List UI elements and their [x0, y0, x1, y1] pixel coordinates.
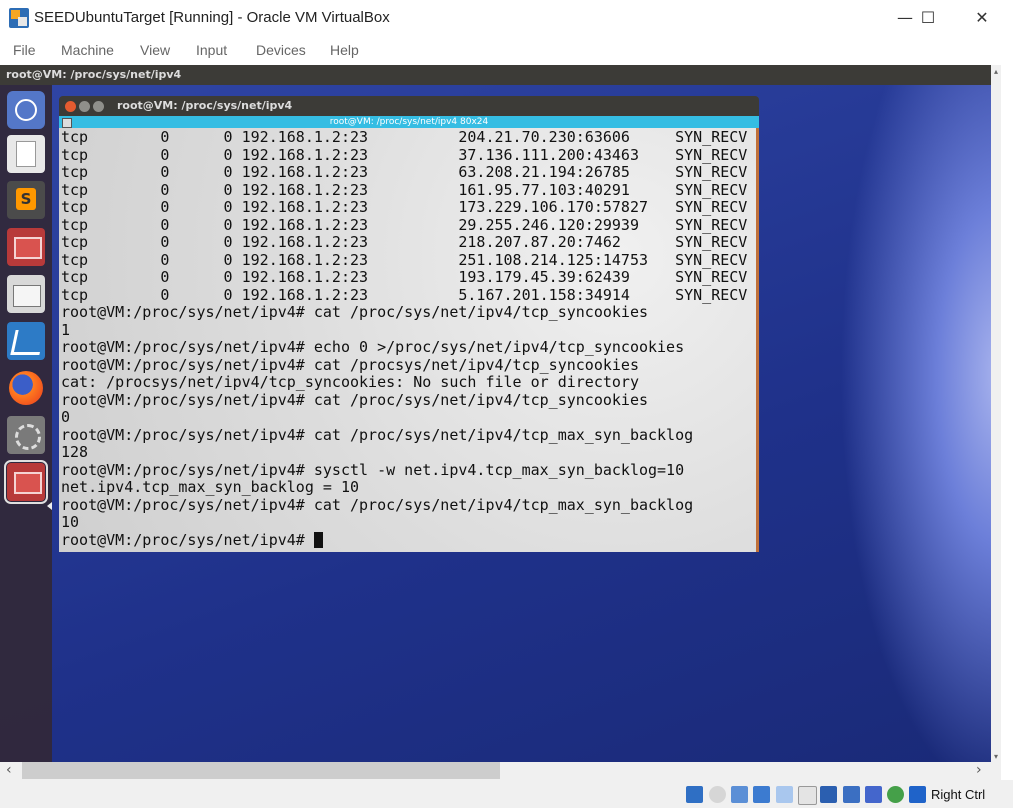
terminal-line: root@VM:/proc/sys/net/ipv4# cat /proc/sy…	[61, 425, 694, 444]
menu-bar: File Machine View Input Devices Help	[0, 36, 1013, 64]
terminal-line: root@VM:/proc/sys/net/ipv4# cat /proc/sy…	[61, 390, 648, 409]
wireshark-icon[interactable]	[7, 322, 45, 360]
terminal-menu-icon[interactable]	[62, 118, 72, 128]
scroll-right-icon[interactable]: ›	[976, 762, 982, 778]
terminal-line: root@VM:/proc/sys/net/ipv4# cat /proc/sy…	[61, 495, 694, 514]
vm-display[interactable]: root@VM: /proc/sys/net/ipv4 root@VM: /pr…	[0, 65, 1001, 762]
terminal-line: tcp 0 0 192.168.1.2:23 29.255.246.120:29…	[61, 215, 748, 234]
optical-drive-icon[interactable]	[709, 786, 726, 803]
scroll-up-icon[interactable]: ▴	[991, 67, 1001, 76]
close-button[interactable]: ✕	[959, 0, 1005, 36]
terminal-maximize-button[interactable]	[93, 101, 104, 112]
terminal-line: net.ipv4.tcp_max_syn_backlog = 10	[61, 478, 360, 496]
terminal-line: tcp 0 0 192.168.1.2:23 218.207.87.20:746…	[61, 233, 748, 251]
network-icon[interactable]	[753, 786, 770, 803]
terminal-line: 10	[61, 513, 80, 531]
keyboard-capture-icon[interactable]	[909, 786, 926, 803]
window-title: SEEDUbuntuTarget [Running] - Oracle VM V…	[34, 9, 390, 26]
active-terminal-icon[interactable]	[4, 460, 48, 504]
status-bar: Right Ctrl	[0, 780, 1013, 808]
audio-icon[interactable]	[731, 786, 748, 803]
terminal-line: tcp 0 0 192.168.1.2:23 204.21.70.230:636…	[61, 128, 748, 146]
terminal-line: 1	[61, 320, 71, 339]
terminal-line: tcp 0 0 192.168.1.2:23 193.179.45.39:624…	[61, 268, 748, 286]
terminal-line: 0	[61, 408, 71, 426]
terminal-icon[interactable]	[7, 228, 45, 266]
harddisk-icon[interactable]	[686, 786, 703, 803]
host-key-label: Right Ctrl	[931, 787, 986, 802]
terminal-close-button[interactable]	[65, 101, 76, 112]
text-editor-icon[interactable]	[7, 135, 45, 173]
menu-view[interactable]: View	[140, 42, 170, 58]
terminal-line: root@VM:/proc/sys/net/ipv4# echo 0 >/pro…	[61, 338, 685, 356]
terminal-scrollbar[interactable]	[756, 128, 759, 552]
terminal-line: tcp 0 0 192.168.1.2:23 161.95.77.103:402…	[61, 180, 748, 199]
menu-help[interactable]: Help	[330, 42, 359, 58]
terminal-prompt: root@VM:/proc/sys/net/ipv4#	[61, 530, 314, 549]
video-capture-icon[interactable]	[843, 786, 860, 803]
terminal-line: tcp 0 0 192.168.1.2:23 37.136.111.200:43…	[61, 145, 748, 164]
horizontal-scrollbar[interactable]: ‹ ›	[0, 762, 1001, 780]
terminal-line: tcp 0 0 192.168.1.2:23 251.108.214.125:1…	[61, 250, 748, 269]
cpu-icon[interactable]	[865, 786, 882, 803]
menu-devices[interactable]: Devices	[256, 42, 306, 58]
terminal-line: root@VM:/proc/sys/net/ipv4# sysctl -w ne…	[61, 460, 685, 479]
terminal-titlebar[interactable]: root@VM: /proc/sys/net/ipv4	[59, 96, 759, 116]
terminal-cursor	[313, 531, 323, 548]
terminal-line: root@VM:/proc/sys/net/ipv4# cat /proc/sy…	[61, 303, 648, 321]
shared-folders-icon[interactable]	[798, 786, 817, 805]
vertical-scrollbar[interactable]: ▴ ▾	[991, 65, 1001, 762]
ubuntu-dash-icon[interactable]	[7, 91, 45, 129]
virtualbox-icon	[9, 8, 29, 28]
window-titlebar: SEEDUbuntuTarget [Running] - Oracle VM V…	[0, 0, 1013, 36]
sublime-text-icon[interactable]	[7, 181, 45, 219]
unity-launcher	[0, 85, 52, 762]
terminal-title: root@VM: /proc/sys/net/ipv4	[117, 99, 293, 112]
terminal-line: tcp 0 0 192.168.1.2:23 173.229.106.170:5…	[61, 198, 748, 216]
terminal-line: cat: /procsys/net/ipv4/tcp_syncookies: N…	[61, 373, 639, 391]
terminal-line: root@VM:/proc/sys/net/ipv4# cat /procsys…	[61, 355, 639, 374]
terminal-line: 128	[61, 443, 89, 461]
maximize-button[interactable]: ☐	[905, 0, 951, 36]
scroll-left-icon[interactable]: ‹	[6, 762, 12, 778]
scroll-down-icon[interactable]: ▾	[991, 752, 1001, 761]
files-icon[interactable]	[7, 275, 45, 313]
guest-window-title: root@VM: /proc/sys/net/ipv4	[6, 68, 182, 81]
display-icon[interactable]	[820, 786, 837, 803]
guest-top-panel: root@VM: /proc/sys/net/ipv4	[0, 65, 1001, 85]
terminal-minimize-button[interactable]	[79, 101, 90, 112]
active-indicator-icon	[47, 502, 52, 510]
firefox-icon[interactable]	[7, 369, 45, 407]
terminal-size-title: root@VM: /proc/sys/net/ipv4 80x24	[59, 116, 759, 128]
menu-machine[interactable]: Machine	[61, 42, 114, 58]
terminal-text: tcp 0 0 192.168.1.2:23 204.21.70.230:636…	[61, 128, 748, 549]
system-settings-icon[interactable]	[7, 416, 45, 454]
menu-input[interactable]: Input	[196, 42, 227, 58]
terminal-line: tcp 0 0 192.168.1.2:23 5.167.201.158:349…	[61, 285, 748, 304]
usb-icon[interactable]	[776, 786, 793, 803]
menu-file[interactable]: File	[13, 42, 36, 58]
horizontal-scroll-thumb[interactable]	[22, 762, 500, 779]
terminal-window[interactable]: root@VM: /proc/sys/net/ipv4 root@VM: /pr…	[59, 96, 759, 552]
mouse-integration-icon[interactable]	[887, 786, 904, 803]
terminal-output[interactable]: tcp 0 0 192.168.1.2:23 204.21.70.230:636…	[59, 128, 759, 552]
terminal-line: tcp 0 0 192.168.1.2:23 63.208.21.194:267…	[61, 163, 748, 181]
